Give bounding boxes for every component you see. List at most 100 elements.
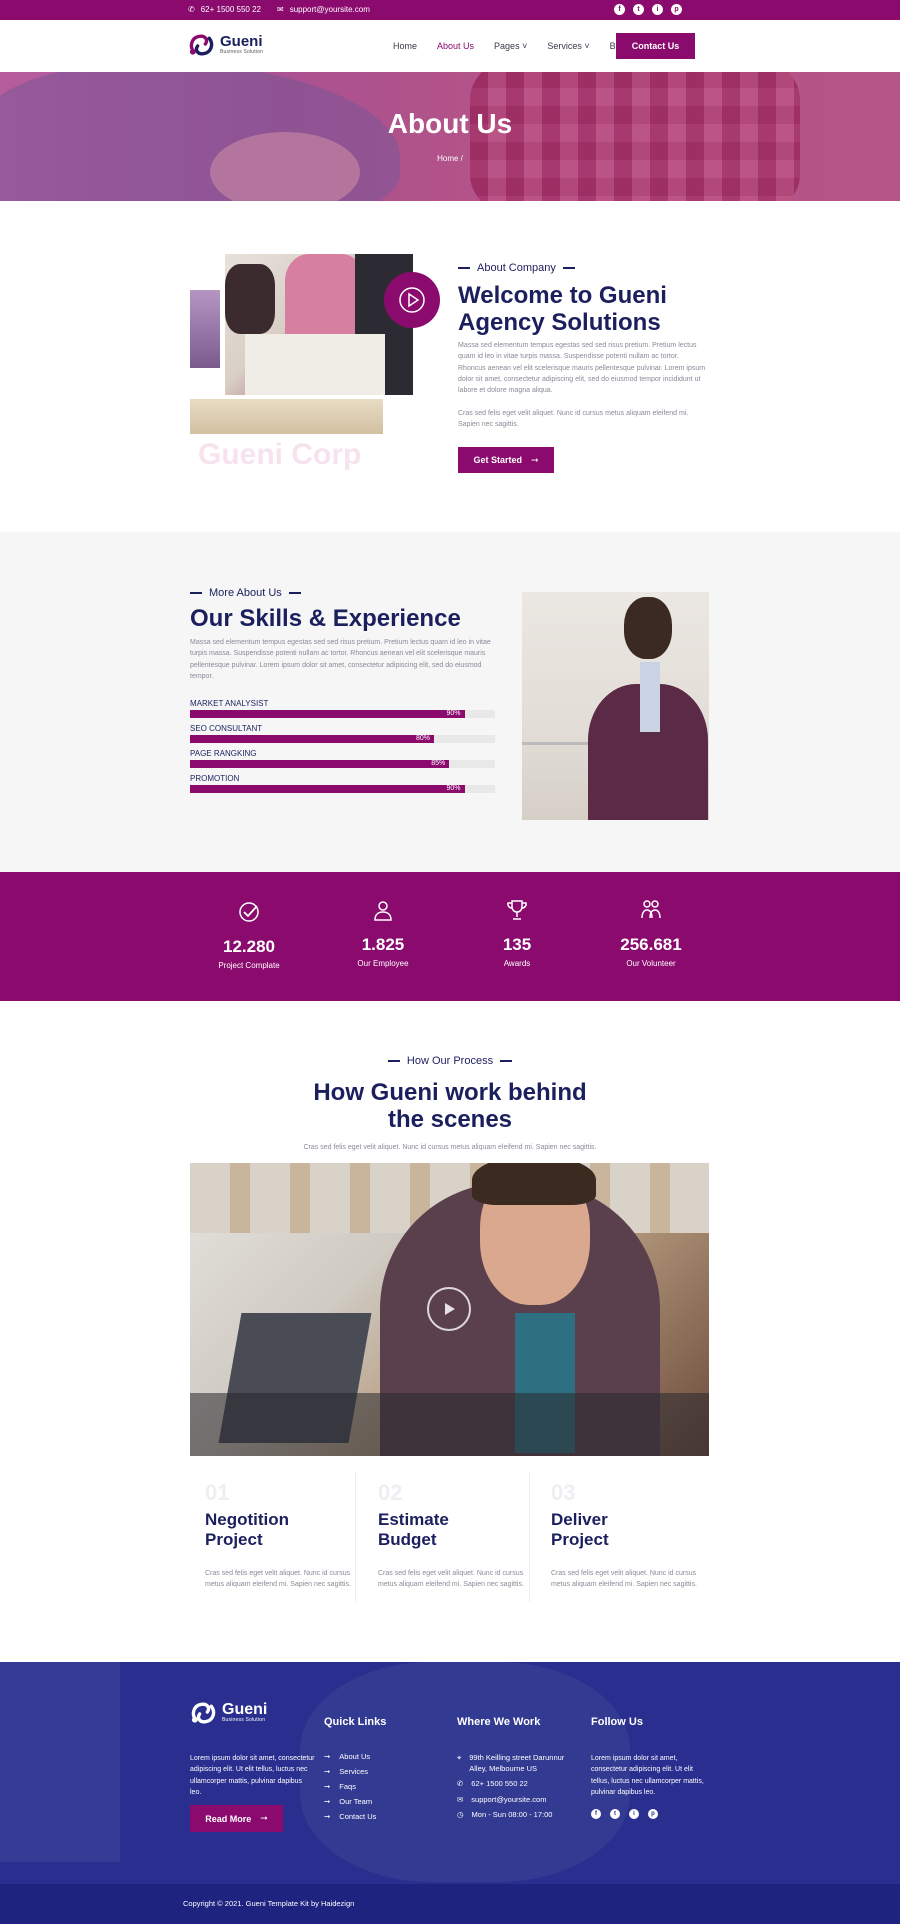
- footer-bottom-bar: Copyright © 2021. Gueni Template Kit by …: [0, 1884, 900, 1924]
- arrow-icon: ➞: [324, 1782, 331, 1791]
- site-footer: Gueni Business Solution Lorem ipsum dolo…: [0, 1662, 900, 1924]
- process-step-1: 01 Negotition Project Cras sed felis eget…: [205, 1480, 351, 1589]
- topbar-email[interactable]: ✉ support@yoursite.com: [277, 5, 370, 14]
- skills-eyebrow: More About Us: [190, 587, 301, 599]
- breadcrumb: Home /: [0, 154, 900, 163]
- skills-paragraph: Massa sed elementum tempus egestas sed s…: [190, 639, 491, 680]
- facebook-icon[interactable]: f: [591, 1809, 601, 1819]
- topbar-social: f t i p: [614, 4, 682, 15]
- watermark-text: Gueni Corp: [198, 438, 362, 471]
- mail-icon: ✉: [457, 1794, 464, 1804]
- site-header: Gueni Business Solution Home About Us Pa…: [0, 20, 900, 72]
- play-icon: [399, 287, 425, 313]
- topbar-phone[interactable]: ✆ 62+ 1500 550 22: [188, 5, 261, 14]
- employee-icon: [374, 901, 392, 921]
- quick-link-faqs[interactable]: ➞ Faqs: [324, 1779, 376, 1794]
- about-title: Welcome to Gueni Agency Solutions: [458, 282, 667, 336]
- arrow-icon: ➞: [324, 1797, 331, 1806]
- counter-awards: 135 Awards: [447, 898, 587, 968]
- counter-employees: 1.825 Our Employee: [313, 898, 453, 968]
- process-subtitle: Cras sed felis eget velit aliquet. Nunc …: [303, 1144, 597, 1151]
- brand-tagline: Business Solution: [220, 49, 264, 55]
- contact-info: ⌖ 99th Keilling street Darunnur Alley, Mel…: [457, 1753, 565, 1819]
- process-step-2: 02 Estimate Budget Cras sed felis eget ve…: [378, 1480, 524, 1589]
- get-started-button[interactable]: Get Started ➞: [458, 447, 554, 473]
- footer-social: f t i p: [591, 1809, 658, 1819]
- process-title: How Gueni work behind the scenes: [313, 1079, 587, 1133]
- skills-section: [0, 532, 900, 872]
- skill-label-market: MARKET ANALYSIST: [190, 699, 269, 708]
- logo-icon: [189, 34, 214, 56]
- phone-icon: ✆: [188, 5, 195, 14]
- arrow-right-icon: ➞: [530, 454, 539, 465]
- pinterest-icon[interactable]: p: [648, 1809, 658, 1819]
- quick-link-services[interactable]: ➞ Services: [324, 1764, 376, 1779]
- twitter-icon[interactable]: t: [633, 4, 644, 15]
- brand-logo[interactable]: Gueni Business Solution: [188, 32, 263, 58]
- where-we-work-title: Where We Work: [457, 1716, 541, 1728]
- about-paragraph-1: Massa sed elementum tempus egestas sed s…: [458, 342, 706, 395]
- quick-link-about[interactable]: ➞ About Us: [324, 1749, 376, 1764]
- brand-name: Gueni: [220, 33, 263, 50]
- footer-about-text: Lorem ipsum dolor sit amet, consectetur …: [190, 1755, 315, 1796]
- nav-home[interactable]: Home: [393, 41, 417, 51]
- page-hero: About Us Home /: [0, 72, 900, 201]
- play-icon: [445, 1303, 455, 1315]
- nav-about-us[interactable]: About Us: [437, 41, 474, 51]
- arrow-icon: ➞: [324, 1767, 331, 1776]
- arrow-icon: ➞: [324, 1812, 331, 1821]
- arrow-icon: ➞: [324, 1752, 331, 1761]
- skill-bar-market: 90%: [190, 710, 495, 718]
- top-bar: ✆ 62+ 1500 550 22 ✉ support@yoursite.com…: [0, 0, 900, 20]
- logo-icon: [191, 1702, 216, 1724]
- process-step-3: 03 Deliver Project Cras sed felis eget ve…: [551, 1480, 697, 1589]
- main-nav: Home About Us Pages ˅ Services ˅ Blog: [393, 41, 628, 51]
- process-eyebrow: How Our Process: [0, 1055, 900, 1067]
- arrow-right-icon: ➞: [260, 1813, 268, 1823]
- location-icon: ⌖: [457, 1753, 462, 1762]
- skill-bar-seo: 80%: [190, 735, 495, 743]
- trophy-icon: [507, 900, 527, 920]
- skill-label-seo: SEO CONSULTANT: [190, 724, 263, 733]
- skill-label-page-ranking: PAGE RANGKING: [190, 749, 257, 758]
- badge-check-icon: [239, 902, 259, 922]
- page-title: About Us: [387, 108, 513, 139]
- follow-us-title: Follow Us: [591, 1716, 643, 1728]
- nav-services[interactable]: Services ˅: [547, 41, 589, 51]
- skill-bar-page-ranking: 85%: [190, 760, 495, 768]
- mail-icon: ✉: [277, 5, 284, 14]
- quick-link-team[interactable]: ➞ Our Team: [324, 1794, 376, 1809]
- video-play-button[interactable]: [384, 272, 440, 328]
- copyright-text: Copyright © 2021. Gueni Template Kit by …: [183, 1899, 355, 1908]
- breadcrumb-home[interactable]: Home /: [437, 154, 463, 163]
- skill-label-promotion: PROMOTION: [190, 774, 240, 783]
- counter-projects: 12.280 Project Complate: [179, 900, 319, 970]
- video-play-button-2[interactable]: [427, 1287, 471, 1331]
- twitter-icon[interactable]: t: [610, 1809, 620, 1819]
- about-paragraph-2: Cras sed felis eget velit aliquet. Nunc …: [458, 410, 689, 429]
- follow-us-text: Lorem ipsum dolor sit amet, consectetur …: [591, 1755, 704, 1796]
- clock-icon: ◷: [457, 1810, 464, 1819]
- quick-link-contact[interactable]: ➞ Contact Us: [324, 1809, 376, 1824]
- footer-logo[interactable]: Gueni Business Solution: [190, 1700, 267, 1726]
- stats-counter-section: 12.280 Project Complate 1.825 Our Employ…: [0, 872, 900, 1001]
- businessman-photo: [522, 592, 709, 820]
- about-eyebrow: About Company: [458, 262, 575, 274]
- facebook-icon[interactable]: f: [614, 4, 625, 15]
- counter-volunteers: 256.681 Our Volunteer: [581, 898, 721, 968]
- quick-links: ➞ About Us ➞ Services ➞ Faqs ➞ Our Team ➞ Con…: [324, 1749, 376, 1824]
- contact-us-button[interactable]: Contact Us: [616, 33, 695, 59]
- pinterest-icon[interactable]: p: [671, 4, 682, 15]
- process-video[interactable]: [190, 1163, 709, 1456]
- about-image-left: [190, 290, 220, 368]
- nav-pages[interactable]: Pages ˅: [494, 41, 527, 51]
- quick-links-title: Quick Links: [324, 1716, 387, 1728]
- about-image-bottom: [190, 399, 383, 434]
- phone-icon: ✆: [457, 1779, 464, 1788]
- about-image-team: [225, 254, 413, 395]
- volunteer-icon: [641, 900, 661, 919]
- instagram-icon[interactable]: i: [629, 1809, 639, 1819]
- skills-title: Our Skills & Experience: [190, 605, 461, 632]
- read-more-button[interactable]: Read More ➞: [190, 1805, 283, 1832]
- instagram-icon[interactable]: i: [652, 4, 663, 15]
